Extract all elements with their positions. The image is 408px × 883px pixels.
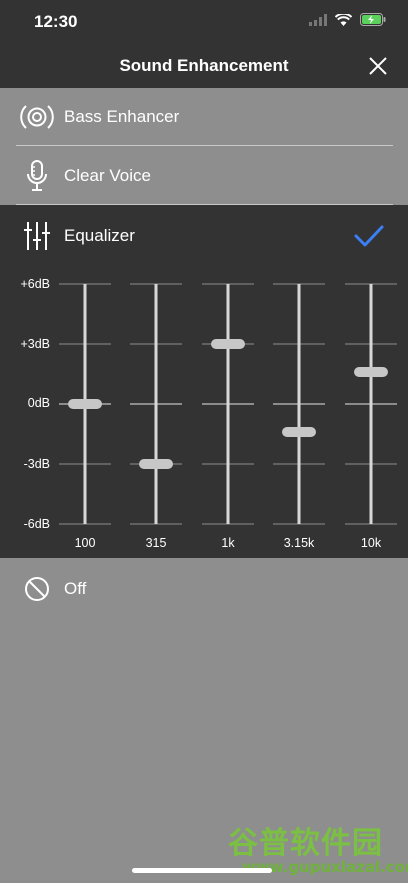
option-label: Off: [64, 579, 87, 598]
option-label: Clear Voice: [64, 166, 151, 185]
watermark-url: www.gupuxlazal.com: [242, 858, 408, 876]
battery-icon: [360, 13, 386, 26]
speaker-icon: [18, 98, 56, 136]
page-title: Sound Enhancement: [119, 56, 289, 75]
option-clear-voice[interactable]: Clear Voice: [0, 147, 408, 205]
watermark-text: 谷普软件园: [228, 826, 383, 861]
signal-icon: [309, 13, 327, 26]
wifi-icon: [335, 13, 352, 26]
option-bass-enhancer[interactable]: Bass Enhancer: [0, 88, 408, 146]
status-icons: [309, 13, 386, 26]
equalizer-sliders[interactable]: [0, 205, 408, 558]
freq-label: 1k: [221, 536, 235, 550]
status-time: 12:30: [34, 12, 78, 31]
home-indicator[interactable]: [132, 868, 272, 873]
divider: [16, 145, 393, 146]
off-icon: [18, 570, 56, 608]
status-bar: 12:30: [0, 0, 408, 44]
slider-knob[interactable]: [139, 459, 173, 469]
freq-label: 100: [74, 536, 96, 550]
slider-knob[interactable]: [211, 339, 245, 349]
equalizer-panel: Equalizer +6dB +3dB 0dB -3dB -6dB 100 31…: [0, 205, 408, 558]
slider-knob[interactable]: [282, 427, 316, 437]
close-icon[interactable]: [364, 52, 392, 80]
freq-label: 315: [145, 536, 167, 550]
option-label: Bass Enhancer: [64, 107, 180, 126]
nav-bar: Sound Enhancement: [0, 44, 408, 88]
slider-knob[interactable]: [68, 399, 102, 409]
option-off[interactable]: Off: [0, 560, 408, 618]
microphone-icon: [18, 157, 56, 195]
freq-label: 10k: [360, 536, 382, 550]
freq-label: 3.15k: [283, 536, 315, 550]
slider-knob[interactable]: [354, 367, 388, 377]
